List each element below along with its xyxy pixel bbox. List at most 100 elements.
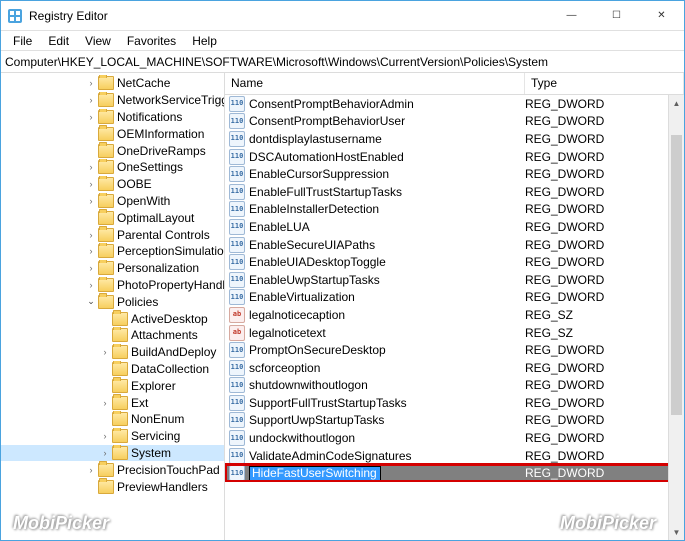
tree-item[interactable]: ›OneSettings <box>1 159 224 176</box>
value-name: ValidateAdminCodeSignatures <box>249 449 412 463</box>
value-type: REG_DWORD <box>525 132 684 146</box>
tree-item[interactable]: ›OpenWith <box>1 193 224 210</box>
rename-input[interactable] <box>249 466 381 481</box>
menubar: File Edit View Favorites Help <box>1 31 684 51</box>
chevron-right-icon[interactable]: › <box>85 94 97 106</box>
chevron-right-icon[interactable]: › <box>99 447 111 459</box>
tree-item[interactable]: NonEnum <box>1 411 224 428</box>
value-type: REG_DWORD <box>525 185 684 199</box>
tree-item[interactable]: ›BuildAndDeploy <box>1 344 224 361</box>
tree-item[interactable]: ›Personalization <box>1 260 224 277</box>
value-name-cell: 110EnableSecureUIAPaths <box>229 237 525 253</box>
tree-item[interactable]: OneDriveRamps <box>1 142 224 159</box>
chevron-right-icon[interactable]: › <box>99 397 111 409</box>
list-row[interactable]: 110shutdownwithoutlogonREG_DWORD <box>225 377 684 395</box>
tree-item[interactable]: ›Notifications <box>1 109 224 126</box>
list-row[interactable]: 110SupportUwpStartupTasksREG_DWORD <box>225 412 684 430</box>
tree-item[interactable]: ›Ext <box>1 394 224 411</box>
titlebar: Registry Editor — ☐ ✕ <box>1 1 684 31</box>
chevron-right-icon[interactable]: › <box>99 346 111 358</box>
chevron-right-icon[interactable]: › <box>85 229 97 241</box>
dword-value-icon: 110 <box>229 166 245 182</box>
value-name-cell: 110undockwithoutlogon <box>229 430 525 446</box>
chevron-right-icon[interactable]: › <box>85 111 97 123</box>
list-row[interactable]: 110EnableVirtualizationREG_DWORD <box>225 289 684 307</box>
chevron-right-icon[interactable]: › <box>85 245 97 257</box>
tree-item[interactable]: ›Parental Controls <box>1 226 224 243</box>
folder-icon <box>112 429 128 443</box>
list-row[interactable]: 110EnableSecureUIAPathsREG_DWORD <box>225 236 684 254</box>
tree-item[interactable]: ›System <box>1 445 224 462</box>
menu-view[interactable]: View <box>77 32 119 50</box>
tree-item[interactable]: ›PhotoPropertyHandler <box>1 277 224 294</box>
chevron-right-icon[interactable]: › <box>85 464 97 476</box>
list-row[interactable]: 110EnableInstallerDetectionREG_DWORD <box>225 201 684 219</box>
tree-item[interactable]: ⌄Policies <box>1 293 224 310</box>
list-row[interactable]: 110PromptOnSecureDesktopREG_DWORD <box>225 341 684 359</box>
list-row[interactable]: 110dontdisplaylastusernameREG_DWORD <box>225 130 684 148</box>
tree-item[interactable]: Attachments <box>1 327 224 344</box>
value-name-cell: 110EnableUwpStartupTasks <box>229 272 525 288</box>
chevron-right-icon[interactable]: › <box>85 161 97 173</box>
tree-item-label: DataCollection <box>131 362 209 376</box>
dword-value-icon: 110 <box>229 377 245 393</box>
list-row[interactable]: 110EnableUIADesktopToggleREG_DWORD <box>225 253 684 271</box>
list-row[interactable]: 110ValidateAdminCodeSignaturesREG_DWORD <box>225 447 684 465</box>
address-bar[interactable]: Computer\HKEY_LOCAL_MACHINE\SOFTWARE\Mic… <box>1 51 684 73</box>
scroll-thumb[interactable] <box>671 135 682 415</box>
scroll-down-arrow[interactable]: ▼ <box>669 524 684 540</box>
list-row[interactable]: 110DSCAutomationHostEnabledREG_DWORD <box>225 148 684 166</box>
chevron-right-icon[interactable]: › <box>85 77 97 89</box>
list-row[interactable]: ablegalnoticetextREG_SZ <box>225 324 684 342</box>
close-button[interactable]: ✕ <box>639 1 684 31</box>
value-name-cell: 110PromptOnSecureDesktop <box>229 342 525 358</box>
list-row[interactable]: 110EnableCursorSuppressionREG_DWORD <box>225 165 684 183</box>
column-header-name[interactable]: Name <box>225 73 525 94</box>
chevron-right-icon[interactable]: › <box>85 195 97 207</box>
list-row[interactable]: 110REG_DWORD <box>225 464 684 482</box>
menu-edit[interactable]: Edit <box>40 32 77 50</box>
tree-item[interactable]: ›NetCache <box>1 75 224 92</box>
list-row[interactable]: 110SupportFullTrustStartupTasksREG_DWORD <box>225 394 684 412</box>
vertical-scrollbar[interactable]: ▲ ▼ <box>668 95 684 540</box>
tree-item[interactable]: ›OOBE <box>1 176 224 193</box>
list-row[interactable]: 110EnableLUAREG_DWORD <box>225 218 684 236</box>
tree-item[interactable]: ›PerceptionSimulation <box>1 243 224 260</box>
tree-item[interactable]: ›PrecisionTouchPad <box>1 461 224 478</box>
tree-item[interactable]: PreviewHandlers <box>1 478 224 495</box>
list-row[interactable]: 110EnableUwpStartupTasksREG_DWORD <box>225 271 684 289</box>
list-row[interactable]: 110EnableFullTrustStartupTasksREG_DWORD <box>225 183 684 201</box>
column-header-type[interactable]: Type <box>525 73 684 94</box>
chevron-right-icon[interactable]: › <box>85 262 97 274</box>
value-type: REG_DWORD <box>525 273 684 287</box>
chevron-down-icon[interactable]: ⌄ <box>85 296 97 308</box>
chevron-right-icon[interactable]: › <box>99 430 111 442</box>
tree-item[interactable]: Explorer <box>1 377 224 394</box>
tree-item[interactable]: DataCollection <box>1 361 224 378</box>
list-row[interactable]: 110undockwithoutlogonREG_DWORD <box>225 429 684 447</box>
value-type: REG_DWORD <box>525 238 684 252</box>
chevron-right-icon[interactable]: › <box>85 178 97 190</box>
maximize-button[interactable]: ☐ <box>594 1 639 31</box>
menu-favorites[interactable]: Favorites <box>119 32 184 50</box>
list-row[interactable]: ablegalnoticecaptionREG_SZ <box>225 306 684 324</box>
tree-item[interactable]: OptimalLayout <box>1 209 224 226</box>
list-row[interactable]: 110ConsentPromptBehaviorAdminREG_DWORD <box>225 95 684 113</box>
list-body[interactable]: 110ConsentPromptBehaviorAdminREG_DWORD11… <box>225 95 684 482</box>
menu-help[interactable]: Help <box>184 32 225 50</box>
tree-item[interactable]: ›NetworkServiceTriggers <box>1 92 224 109</box>
value-type: REG_DWORD <box>525 97 684 111</box>
list-row[interactable]: 110scforceoptionREG_DWORD <box>225 359 684 377</box>
tree-item[interactable]: ›Servicing <box>1 428 224 445</box>
tree-item[interactable]: OEMInformation <box>1 125 224 142</box>
scroll-up-arrow[interactable]: ▲ <box>669 95 684 111</box>
tree-pane[interactable]: ›NetCache›NetworkServiceTriggers›Notific… <box>1 73 225 540</box>
value-type: REG_DWORD <box>525 396 684 410</box>
menu-file[interactable]: File <box>5 32 40 50</box>
chevron-right-icon[interactable]: › <box>85 279 97 291</box>
value-name-cell: 110shutdownwithoutlogon <box>229 377 525 393</box>
minimize-button[interactable]: — <box>549 1 594 31</box>
folder-icon <box>112 312 128 326</box>
list-row[interactable]: 110ConsentPromptBehaviorUserREG_DWORD <box>225 113 684 131</box>
tree-item[interactable]: ActiveDesktop <box>1 310 224 327</box>
